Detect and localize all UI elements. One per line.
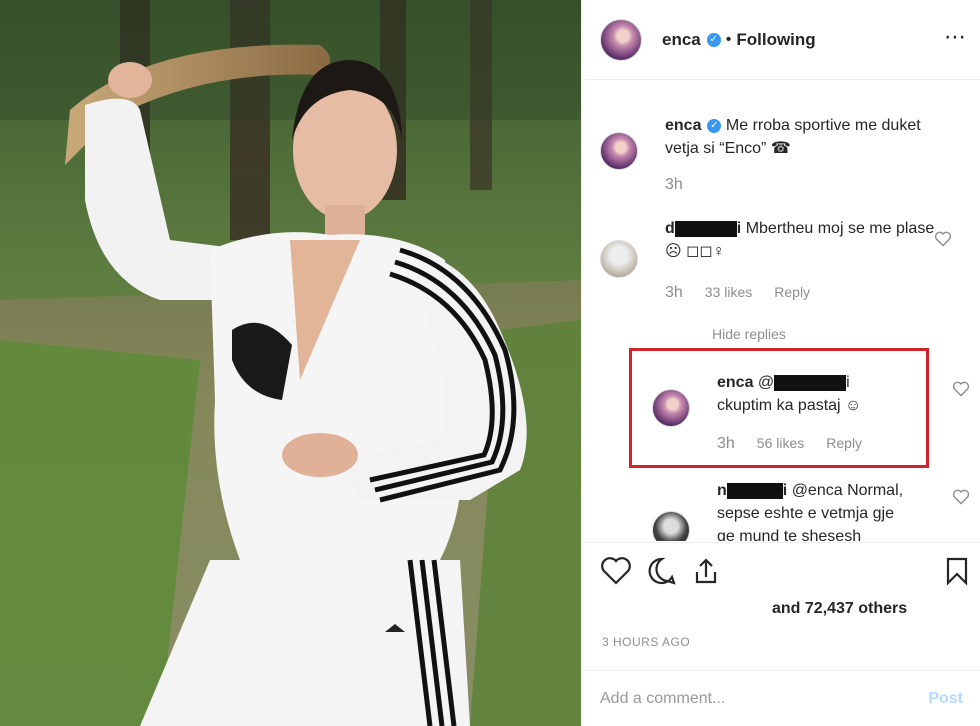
- reply-meta: 3h 56 likes Reply: [717, 435, 862, 453]
- comment-meta: 3h 33 likes Reply: [665, 284, 810, 302]
- username-suffix: i: [736, 220, 742, 237]
- reply-time[interactable]: 3h: [717, 435, 735, 453]
- mention-suffix: i: [846, 374, 850, 391]
- caption-text: Me rroba sportive me duket vetja si “Enc…: [665, 117, 921, 157]
- comment-icon[interactable]: [646, 555, 678, 587]
- more-options-icon[interactable]: ⋯: [944, 24, 967, 50]
- caption-time[interactable]: 3h: [665, 176, 683, 194]
- reply-item: ni @enca Normal, sepse eshte e vetmja gj…: [652, 479, 970, 541]
- post-actions: and 72,437 others 3 HOURS AGO: [582, 542, 980, 657]
- caption-body: enca ✓ Me rroba sportive me duket vetja s…: [665, 114, 935, 160]
- verified-badge-icon: ✓: [706, 32, 721, 47]
- heart-icon[interactable]: [952, 489, 970, 505]
- avatar[interactable]: [600, 18, 642, 61]
- header-username[interactable]: enca: [662, 30, 701, 50]
- reply-username[interactable]: ni: [717, 482, 787, 499]
- post-button[interactable]: Post: [928, 690, 963, 708]
- separator-dot: •: [725, 30, 732, 48]
- post-side-panel: enca ✓ • Following ⋯ enca ✓ Me rroba spor…: [581, 0, 980, 726]
- photo-illustration: [0, 0, 581, 726]
- verified-badge-icon: ✓: [707, 118, 722, 133]
- caption-username[interactable]: enca: [665, 117, 701, 134]
- reply-likes[interactable]: 56 likes: [757, 435, 804, 451]
- post-photo[interactable]: [0, 0, 581, 726]
- username-visible-part: d: [665, 220, 675, 237]
- reply-username[interactable]: enca: [717, 374, 753, 391]
- username-visible-part: n: [717, 482, 727, 499]
- comment-item: di Mbertheu moj se me plase ☹ ◻◻♀ 3h 33 …: [600, 217, 970, 317]
- add-comment-bar: Post: [582, 670, 980, 726]
- likes-count[interactable]: and 72,437 others: [772, 600, 907, 618]
- caption-meta: 3h: [665, 176, 683, 194]
- following-button[interactable]: Following: [736, 30, 815, 50]
- share-icon[interactable]: [690, 555, 722, 587]
- reply-button[interactable]: Reply: [826, 435, 862, 451]
- heart-icon[interactable]: [934, 231, 952, 247]
- post-header: enca ✓ • Following ⋯: [582, 0, 980, 80]
- comment-username[interactable]: di: [665, 220, 741, 237]
- comment-likes[interactable]: 33 likes: [705, 284, 752, 300]
- comment-body: di Mbertheu moj se me plase ☹ ◻◻♀: [665, 217, 935, 263]
- instagram-post-view: enca ✓ • Following ⋯ enca ✓ Me rroba spor…: [0, 0, 980, 726]
- redaction-bar: [726, 482, 783, 499]
- comments-list[interactable]: enca ✓ Me rroba sportive me duket vetja s…: [582, 81, 980, 541]
- reply-body: enca @ i ckuptim ka pastaj ☺: [717, 371, 907, 417]
- reply-body: ni @enca Normal, sepse eshte e vetmja gj…: [717, 479, 907, 541]
- reply-item: enca @ i ckuptim ka pastaj ☺ 3h 56 likes …: [652, 371, 970, 461]
- redaction-bar: [774, 374, 847, 391]
- reply-text: ckuptim ka pastaj ☺: [717, 397, 862, 414]
- reply-button[interactable]: Reply: [774, 284, 810, 300]
- reply-mention[interactable]: @ i: [758, 374, 850, 391]
- heart-icon[interactable]: [952, 381, 970, 397]
- username-suffix: i: [782, 482, 788, 499]
- add-comment-input[interactable]: [600, 689, 929, 708]
- avatar[interactable]: [600, 132, 638, 170]
- avatar[interactable]: [600, 240, 638, 278]
- heart-icon[interactable]: [600, 555, 632, 587]
- redaction-bar: [674, 220, 737, 237]
- avatar[interactable]: [652, 511, 690, 541]
- mention-prefix: @: [757, 374, 775, 391]
- post-timestamp[interactable]: 3 HOURS AGO: [602, 635, 690, 649]
- caption: enca ✓ Me rroba sportive me duket vetja s…: [600, 114, 970, 204]
- bookmark-icon[interactable]: [941, 555, 973, 587]
- hide-replies-button[interactable]: Hide replies: [712, 326, 786, 342]
- avatar[interactable]: [652, 389, 690, 427]
- comment-time[interactable]: 3h: [665, 284, 683, 302]
